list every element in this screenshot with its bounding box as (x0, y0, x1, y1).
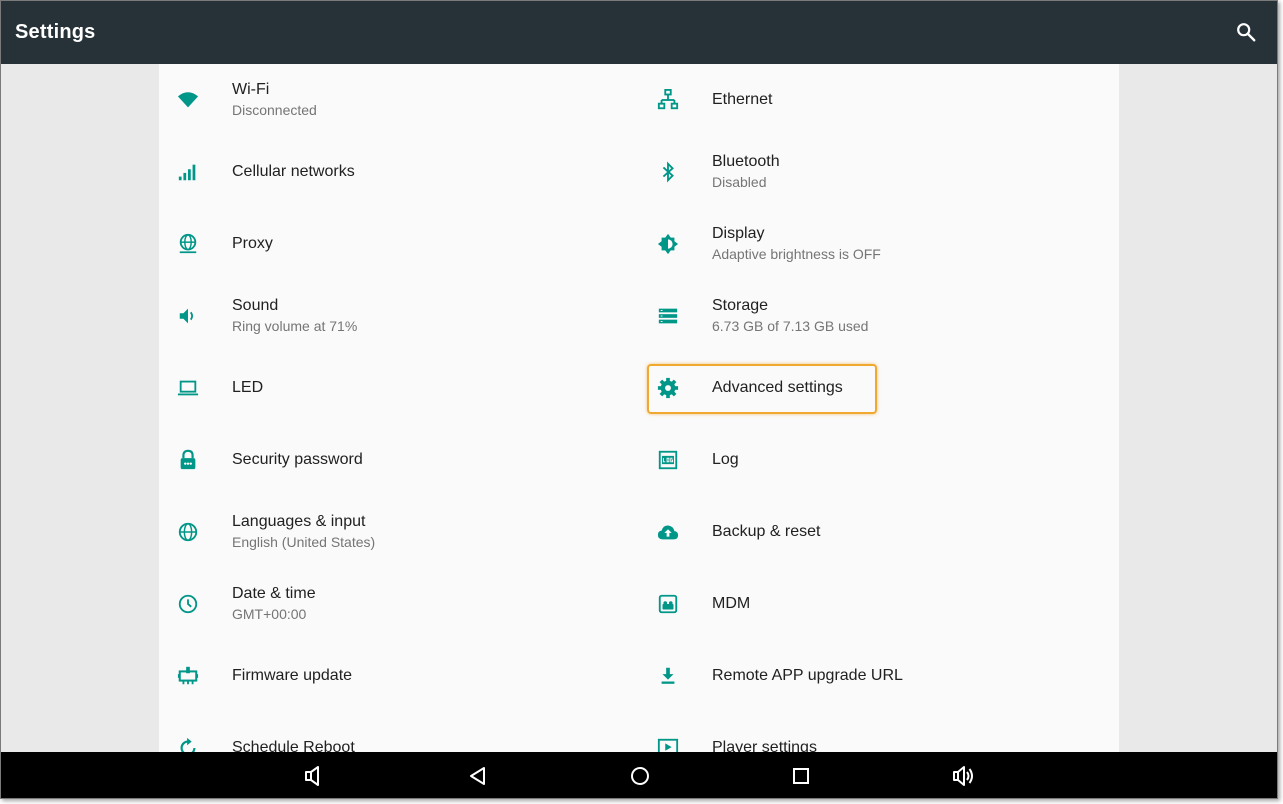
setting-cellular-networks[interactable]: Cellular networks (159, 136, 639, 208)
globe-icon (176, 521, 200, 543)
proxy-icon (176, 233, 200, 255)
lock-icon (176, 449, 200, 471)
clock-icon (176, 593, 200, 615)
setting-label: Bluetooth (712, 153, 780, 170)
setting-summary: Ring volume at 71% (232, 318, 358, 334)
setting-storage[interactable]: Storage 6.73 GB of 7.13 GB used (639, 280, 1119, 352)
settings-list: Wi-Fi Disconnected Cellular networks Prox… (159, 64, 1119, 752)
setting-summary: 6.73 GB of 7.13 GB used (712, 318, 869, 334)
setting-label: Date & time (232, 585, 316, 602)
setting-languages-input[interactable]: Languages & input English (United States) (159, 496, 639, 568)
reboot-icon (176, 737, 200, 752)
setting-summary: English (United States) (232, 534, 376, 550)
back-icon[interactable] (466, 764, 490, 788)
download-icon (656, 665, 680, 687)
setting-summary: Disabled (712, 174, 767, 190)
setting-label: Display (712, 225, 765, 242)
mdm-icon (656, 593, 680, 615)
setting-label: Proxy (232, 235, 273, 252)
setting-ethernet[interactable]: Ethernet (639, 64, 1119, 136)
setting-label: Remote APP upgrade URL (712, 667, 903, 684)
setting-remote-app-upgrade-url[interactable]: Remote APP upgrade URL (639, 640, 1119, 712)
storage-icon (656, 305, 680, 327)
laptop-icon (176, 377, 200, 399)
setting-label: Advanced settings (712, 379, 843, 396)
setting-label: Ethernet (712, 91, 773, 108)
setting-summary: Disconnected (232, 102, 317, 118)
setting-summary: GMT+00:00 (232, 606, 307, 622)
setting-label: Cellular networks (232, 163, 355, 180)
settings-column-left: Wi-Fi Disconnected Cellular networks Prox… (159, 64, 639, 752)
setting-led[interactable]: LED (159, 352, 639, 424)
setting-wifi[interactable]: Wi-Fi Disconnected (159, 64, 639, 136)
signal-icon (176, 161, 200, 183)
setting-advanced-settings[interactable]: Advanced settings (639, 352, 1119, 424)
volume-up-icon[interactable] (951, 764, 975, 788)
device-screen: Settings Wi-Fi Disconnected Cellular netw… (0, 0, 1278, 799)
setting-label: Backup & reset (712, 523, 821, 540)
ethernet-icon (656, 89, 680, 111)
setting-label: Player settings (712, 739, 817, 752)
setting-label: MDM (712, 595, 751, 612)
chip-icon (176, 665, 200, 687)
setting-display[interactable]: Display Adaptive brightness is OFF (639, 208, 1119, 280)
setting-schedule-reboot[interactable]: Schedule Reboot (159, 712, 639, 752)
setting-label: Schedule Reboot (232, 739, 355, 752)
setting-security-password[interactable]: Security password (159, 424, 639, 496)
setting-label: Storage (712, 297, 769, 314)
cloud-upload-icon (656, 521, 680, 543)
wifi-icon (176, 89, 200, 111)
setting-proxy[interactable]: Proxy (159, 208, 639, 280)
setting-label: Languages & input (232, 513, 366, 530)
gear-icon (656, 377, 680, 399)
settings-column-right: Ethernet Bluetooth Disabled Display Adapti… (639, 64, 1119, 752)
setting-label: LED (232, 379, 264, 396)
log-icon (656, 449, 680, 471)
volume-icon (176, 305, 200, 327)
setting-summary: Adaptive brightness is OFF (712, 246, 881, 262)
setting-sound[interactable]: Sound Ring volume at 71% (159, 280, 639, 352)
setting-label: Log (712, 451, 739, 468)
play-icon (656, 737, 680, 752)
setting-backup-reset[interactable]: Backup & reset (639, 496, 1119, 568)
setting-label: Wi-Fi (232, 81, 270, 98)
volume-down-icon[interactable] (302, 764, 326, 788)
setting-player-settings[interactable]: Player settings (639, 712, 1119, 752)
setting-label: Security password (232, 451, 363, 468)
page-title: Settings (15, 21, 96, 43)
brightness-icon (656, 233, 680, 255)
setting-log[interactable]: Log (639, 424, 1119, 496)
home-icon[interactable] (628, 764, 652, 788)
setting-label: Sound (232, 297, 279, 314)
setting-label: Firmware update (232, 667, 353, 684)
recents-icon[interactable] (789, 764, 813, 788)
bluetooth-icon (656, 161, 680, 183)
search-icon[interactable] (1235, 21, 1257, 43)
setting-bluetooth[interactable]: Bluetooth Disabled (639, 136, 1119, 208)
system-navigation-bar (1, 752, 1277, 798)
app-bar: Settings (1, 1, 1277, 64)
setting-date-time[interactable]: Date & time GMT+00:00 (159, 568, 639, 640)
setting-mdm[interactable]: MDM (639, 568, 1119, 640)
setting-firmware-update[interactable]: Firmware update (159, 640, 639, 712)
